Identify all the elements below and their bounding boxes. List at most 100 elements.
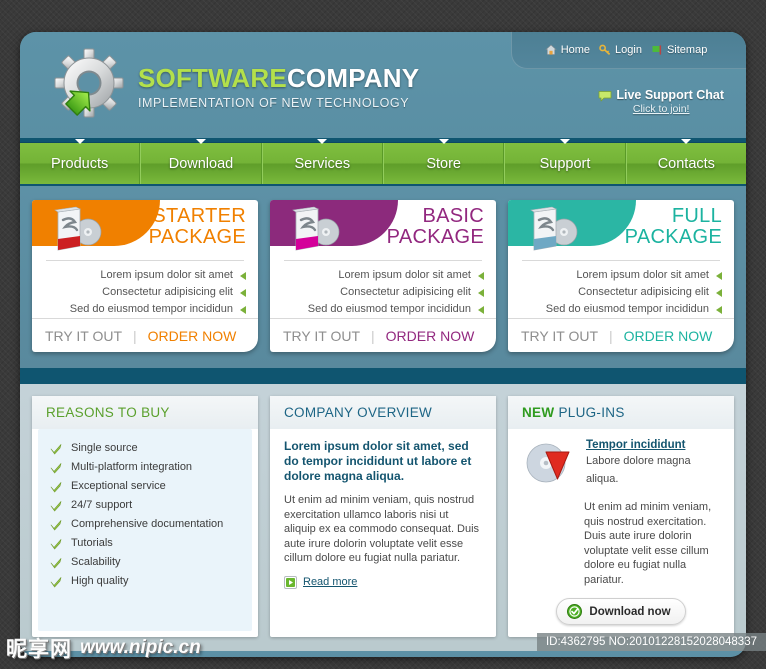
check-icon [50,481,62,493]
package-title-line2: PACKAGE [624,225,722,248]
brand-tagline: IMPLEMENTATION OF NEW TECHNOLOGY [138,95,410,110]
overview-lead: Lorem ipsum dolor sit amet, sed do tempo… [284,439,472,483]
panel-reasons-to-buy: REASONS TO BUY Single source Multi-platf… [32,396,258,637]
utility-nav: Home Login Sitemap [511,32,746,69]
list-item: Consectetur adipisicing elit [520,284,722,301]
list-item: Sed do eiusmod tempor incididun [520,301,722,318]
nav-item-download[interactable]: Download [140,139,262,184]
feature-label: Consectetur adipisicing elit [340,286,471,298]
nav-item-support[interactable]: Support [504,139,626,184]
utility-link-login[interactable]: Login [599,44,642,56]
bullet-arrow-icon [240,271,246,280]
nav-label: Support [539,155,591,172]
order-now-button[interactable]: ORDER NOW [386,328,475,344]
software-box-icon [284,206,348,254]
list-item: Multi-platform integration [50,458,242,477]
bullet-arrow-icon [240,288,246,297]
bullet-arrow-icon [716,305,722,314]
package-cards: STARTER PACKAGE Lorem ipsum dolor sit am… [20,186,746,368]
check-icon [50,576,62,588]
site-logo[interactable]: SOFTWARECOMPANY IMPLEMENTATION OF NEW TE… [50,47,419,125]
watermark: 昵享网 www.nipic.cn [6,633,201,663]
divider: | [133,327,137,344]
list-item: Tutorials [50,534,242,553]
order-now-button[interactable]: ORDER NOW [624,328,713,344]
bullet-arrow-icon [716,271,722,280]
utility-link-home[interactable]: Home [544,44,590,56]
reason-label: Single source [71,442,138,454]
feature-label: Lorem ipsum dolor sit amet [576,269,709,281]
cd-download-icon [522,439,578,491]
overview-body: Ut enim ad minim veniam, quis nostrud ex… [284,494,480,564]
panel-new-plugins: NEW PLUG-INS Tempor incididunt Labore do… [508,396,734,637]
stock-id-tag: ID:4362795 NO:20101228152028048337 [536,633,766,651]
feature-label: Sed do eiusmod tempor incididun [307,303,471,315]
reason-label: Scalability [71,556,121,568]
list-item: Scalability [50,553,242,572]
chevron-down-icon [195,139,206,144]
try-it-out-button[interactable]: TRY IT OUT [283,328,360,344]
reasons-list: Single source Multi-platform integration… [50,439,242,591]
read-more-link[interactable]: Read more [303,576,357,588]
nav-label: Products [51,155,109,172]
panel-title: COMPANY OVERVIEW [270,396,496,429]
chevron-down-icon [74,139,85,144]
main-nav: Products Download Services Store Support… [20,139,746,186]
list-item: Lorem ipsum dolor sit amet [520,267,722,284]
chevron-down-icon [317,139,328,144]
page-container: Home Login Sitemap SOFTWARECOMPANY IMPLE… [20,32,746,657]
feature-label: Lorem ipsum dolor sit amet [338,269,471,281]
flag-icon [651,44,663,56]
utility-link-sitemap[interactable]: Sitemap [651,44,707,56]
brand-secondary: COMPANY [286,62,420,93]
download-now-label: Download now [589,605,671,618]
nav-item-contacts[interactable]: Contacts [625,139,746,184]
list-item: Single source [50,439,242,458]
reason-label: Multi-platform integration [71,461,193,473]
check-icon [50,538,62,550]
software-box-icon [522,206,586,254]
brand-primary: SOFTWARE [138,62,287,93]
check-icon [50,500,62,512]
try-it-out-button[interactable]: TRY IT OUT [45,328,122,344]
watermark-cn-text: 昵享网 [6,637,72,661]
feature-label: Sed do eiusmod tempor incididun [69,303,233,315]
package-card-starter[interactable]: STARTER PACKAGE Lorem ipsum dolor sit am… [32,200,258,352]
package-title: FULL PACKAGE [625,206,722,248]
package-feature-list: Lorem ipsum dolor sit amet Consectetur a… [270,261,496,318]
package-card-full[interactable]: FULL PACKAGE Lorem ipsum dolor sit amet … [508,200,734,352]
nav-item-store[interactable]: Store [382,139,505,184]
panel-title-new: NEW [522,405,555,420]
main-nav-wrapper: Products Download Services Store Support… [20,138,746,186]
green-check-circle-icon [567,604,583,619]
download-now-button[interactable]: Download now [556,598,686,625]
bullet-arrow-icon [240,305,246,314]
package-actions: TRY IT OUT | ORDER NOW [508,318,734,352]
package-actions: TRY IT OUT | ORDER NOW [32,318,258,352]
package-feature-list: Lorem ipsum dolor sit amet Consectetur a… [32,261,258,318]
package-card-basic[interactable]: BASIC PACKAGE Lorem ipsum dolor sit amet… [270,200,496,352]
panel-title: REASONS TO BUY [32,396,258,429]
nav-item-products[interactable]: Products [20,139,141,184]
check-icon [50,462,62,474]
reason-label: Exceptional service [71,480,166,492]
home-icon [544,44,557,56]
check-icon [50,557,62,569]
live-support-chat[interactable]: Live Support Chat Click to join! [598,88,724,115]
nav-item-services[interactable]: Services [261,139,383,184]
plugin-title-link[interactable]: Tempor incididunt [586,439,720,451]
list-item: Exceptional service [50,477,242,496]
site-header: Home Login Sitemap SOFTWARECOMPANY IMPLE… [20,32,746,138]
list-item: 24/7 support [50,496,242,515]
list-item: Consectetur adipisicing elit [282,284,484,301]
order-now-button[interactable]: ORDER NOW [148,328,237,344]
list-item: Consectetur adipisicing elit [44,284,246,301]
feature-label: Consectetur adipisicing elit [578,286,709,298]
check-icon [50,519,62,531]
list-item: Sed do eiusmod tempor incididun [282,301,484,318]
panel-title-rest: PLUG-INS [558,405,625,420]
reason-label: Comprehensive documentation [71,518,224,530]
support-subtitle[interactable]: Click to join! [598,103,724,115]
panel-title: NEW PLUG-INS [508,396,734,429]
try-it-out-button[interactable]: TRY IT OUT [521,328,598,344]
